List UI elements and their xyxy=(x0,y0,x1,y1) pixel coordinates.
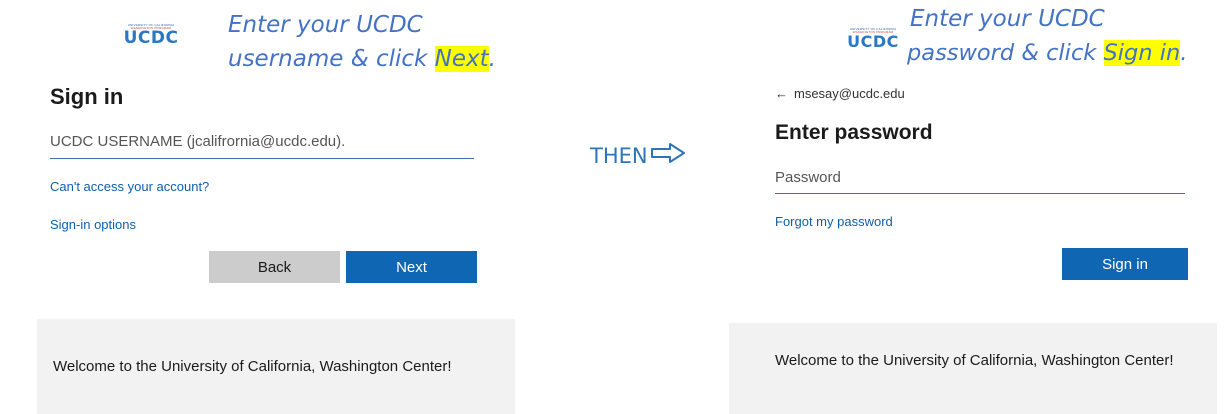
then-label-group: THEN xyxy=(590,142,686,169)
password-input[interactable] xyxy=(775,167,1185,194)
next-button[interactable]: Next xyxy=(346,251,477,283)
back-arrow-icon[interactable]: ← xyxy=(775,86,788,101)
ucdc-logo: UNIVERSITY OF CALIFORNIA WASHINGTON PROG… xyxy=(118,24,184,47)
instruction-period: . xyxy=(1180,40,1188,66)
logo-text: UCDC xyxy=(123,28,179,48)
cant-access-account-link[interactable]: Can't access your account? xyxy=(50,179,209,194)
instruction-line1: Enter your UCDC xyxy=(228,12,423,38)
instruction-period: . xyxy=(488,46,496,72)
instruction-right: Enter your UCDC password & click Sign in… xyxy=(907,2,1227,70)
instruction-line2: password & click Sign in. xyxy=(907,36,1227,70)
instruction-highlight: Sign in xyxy=(1103,40,1181,66)
forgot-password-link[interactable]: Forgot my password xyxy=(775,214,893,229)
instruction-text: username & click xyxy=(228,46,435,72)
back-button[interactable]: Back xyxy=(209,251,340,283)
instruction-text: password & click xyxy=(907,40,1104,66)
welcome-text: Welcome to the University of California,… xyxy=(775,352,1174,369)
instruction-left: Enter your UCDC username & click Next. xyxy=(228,8,496,76)
right-arrow-outline-icon xyxy=(650,142,686,169)
sign-in-button[interactable]: Sign in xyxy=(1062,248,1188,280)
account-back-row[interactable]: ← msesay@ucdc.edu xyxy=(775,86,905,101)
page-title: Sign in xyxy=(50,84,124,109)
username-input[interactable] xyxy=(50,130,474,159)
welcome-banner: Welcome to the University of California,… xyxy=(729,323,1217,414)
sign-in-options-link[interactable]: Sign-in options xyxy=(50,217,136,232)
page-title: Enter password xyxy=(775,121,933,144)
welcome-banner: Welcome to the University of California,… xyxy=(37,319,515,414)
ucdc-logo: UNIVERSITY OF CALIFORNIA WASHINGTON PROG… xyxy=(841,28,905,50)
then-label: THEN xyxy=(590,143,648,168)
account-email: msesay@ucdc.edu xyxy=(794,86,905,101)
welcome-text: Welcome to the University of California,… xyxy=(53,358,452,375)
instruction-line1: Enter your UCDC xyxy=(910,6,1105,32)
instruction-highlight: Next xyxy=(434,46,489,72)
logo-text: UCDC xyxy=(847,32,899,51)
instruction-line2: username & click Next. xyxy=(228,42,496,76)
